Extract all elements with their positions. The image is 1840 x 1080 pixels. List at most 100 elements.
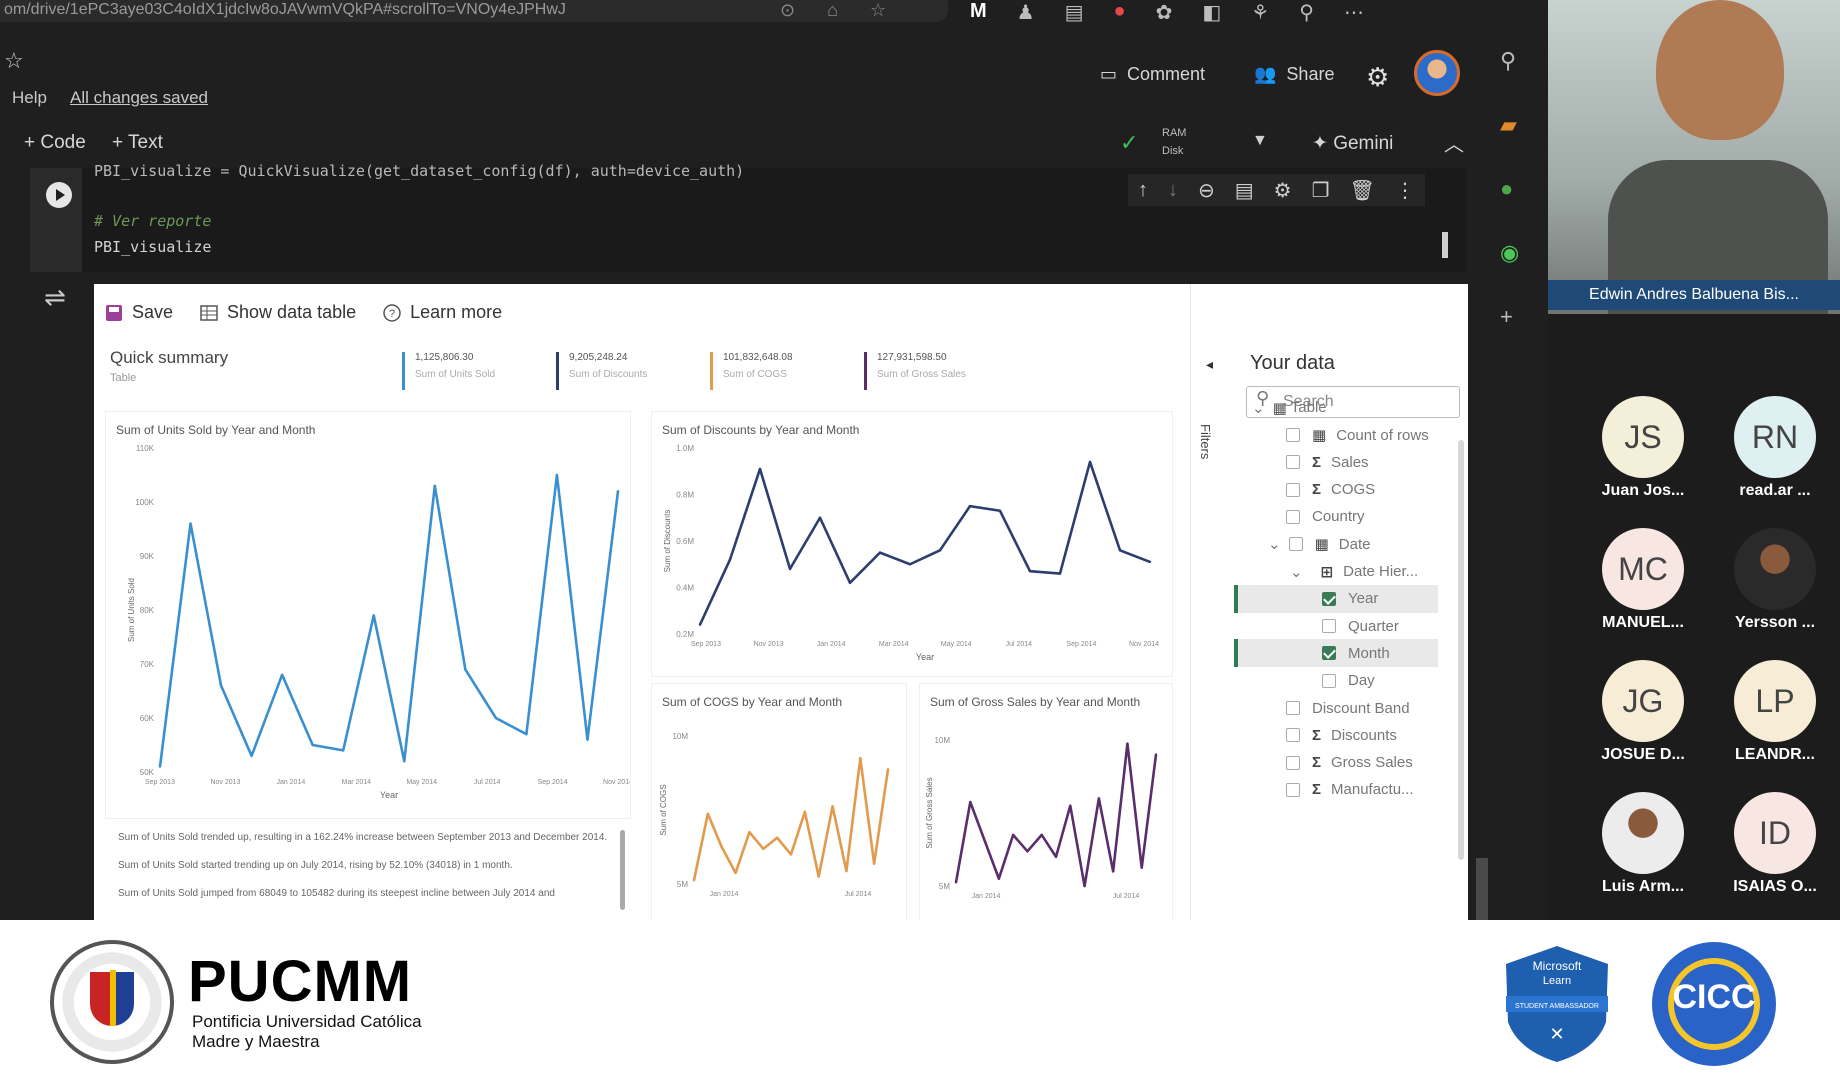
kpi-card[interactable]: 127,931,598.50 Sum of Gross Sales <box>864 352 966 390</box>
resource-monitor[interactable]: RAM Disk <box>1162 124 1218 160</box>
field-checkbox[interactable] <box>1286 509 1300 524</box>
data-pane-scrollbar[interactable] <box>1458 440 1464 860</box>
arrow-down-icon[interactable]: ↓ <box>1168 179 1178 202</box>
field-row[interactable]: ⌄ ▦ Date <box>1268 531 1370 557</box>
sidebar-icon[interactable]: ◧ <box>1202 0 1221 24</box>
gear-icon[interactable]: ⚙ <box>1366 62 1389 93</box>
filters-pane-collapsed[interactable] <box>1190 284 1224 920</box>
profile-icon[interactable]: ♟ <box>1017 0 1035 24</box>
chevron-down-icon[interactable]: ⌄ <box>1290 563 1303 581</box>
whatsapp-icon[interactable]: ◉ <box>1500 240 1519 266</box>
code-line[interactable]: PBI_visualize = QuickVisualize(get_datas… <box>94 162 744 180</box>
field-row[interactable]: Country <box>1286 504 1365 530</box>
gmail-icon[interactable]: M <box>970 0 987 24</box>
discounts-chart[interactable]: Sum of Discounts by Year and Month 0.2M 0.… <box>652 412 1172 676</box>
kpi-card[interactable]: 9,205,248.24 Sum of Discounts <box>556 352 647 390</box>
participant-tile[interactable]: Luis Arm... <box>1578 792 1708 896</box>
participant-tile[interactable]: MC MANUEL... <box>1578 528 1708 632</box>
save-status[interactable]: All changes saved <box>70 88 208 108</box>
participant-tile[interactable]: RN read.ar ... <box>1710 396 1840 500</box>
field-checkbox[interactable] <box>1286 755 1300 770</box>
gemini-button[interactable]: ✦ Gemini <box>1312 132 1393 155</box>
kpi-card[interactable]: 1,125,806.30 Sum of Units Sold <box>402 352 495 390</box>
account-avatar[interactable] <box>1414 50 1460 96</box>
link-icon[interactable]: ⊖ <box>1198 178 1215 203</box>
output-toggle-icon[interactable]: ⇌ <box>44 282 66 313</box>
chevron-down-icon[interactable]: ⌄ <box>1268 535 1281 553</box>
field-checkbox[interactable] <box>1286 482 1300 497</box>
code-line[interactable]: PBI_visualize <box>94 238 211 256</box>
comment-icon[interactable]: ▤ <box>1235 178 1254 203</box>
field-checkbox[interactable] <box>1286 701 1300 715</box>
field-checkbox[interactable] <box>1286 782 1300 797</box>
keep-icon[interactable]: ● <box>1500 176 1519 202</box>
field-checkbox[interactable] <box>1286 455 1300 470</box>
kpi-card[interactable]: 101,832,648.08 Sum of COGS <box>710 352 793 390</box>
chevron-left-icon[interactable]: ◂ <box>1206 356 1213 373</box>
briefcase-icon[interactable]: ▰ <box>1500 112 1519 138</box>
search-icon[interactable]: ⚲ <box>1500 48 1519 74</box>
narrative-scrollbar[interactable] <box>620 830 625 910</box>
participant-tile[interactable]: ID ISAIAS O... <box>1710 792 1840 896</box>
docs-icon[interactable]: ▤ <box>1065 0 1084 24</box>
learn-more-button[interactable]: ? Learn more <box>382 302 502 323</box>
field-row[interactable]: ⌄ ⊞ Date Hier... <box>1290 559 1418 585</box>
chevron-down-icon[interactable]: ⌄ <box>1252 399 1265 417</box>
cogs-chart[interactable]: Sum of COGS by Year and Month 5M 10M Jan 20… <box>652 684 906 920</box>
field-row[interactable]: Month <box>1322 640 1390 666</box>
field-row[interactable]: ▦ Count of rows <box>1286 422 1429 448</box>
field-checkbox[interactable] <box>1322 619 1336 634</box>
participant-tile[interactable]: LP LEANDR... <box>1710 660 1840 764</box>
field-row[interactable]: Σ COGS <box>1286 477 1375 503</box>
participant-tile[interactable]: JS Juan Jos... <box>1578 396 1708 500</box>
add-icon[interactable]: + <box>1500 304 1519 330</box>
field-checkbox[interactable] <box>1322 591 1336 606</box>
code-comment[interactable]: # Ver reporte <box>94 212 211 230</box>
field-checkbox[interactable] <box>1322 673 1336 688</box>
help-menu[interactable]: Help <box>12 88 47 108</box>
field-row[interactable]: Σ Discounts <box>1286 722 1397 748</box>
chevron-down-icon[interactable]: ▼ <box>1252 132 1268 150</box>
trash-icon[interactable]: 🗑 <box>1350 178 1375 203</box>
field-checkbox[interactable] <box>1286 728 1300 743</box>
filters-label[interactable]: Filters <box>1198 424 1213 459</box>
tree-table-row[interactable]: ⌄ ▦ Table <box>1252 395 1327 421</box>
show-data-table-button[interactable]: Show data table <box>199 302 356 323</box>
cast-icon[interactable]: ⌂ <box>827 0 838 24</box>
field-checkbox[interactable] <box>1288 537 1303 552</box>
field-row[interactable]: Σ Manufactu... <box>1286 777 1414 803</box>
more-vert-icon[interactable]: ⋮ <box>1395 178 1415 203</box>
share-button[interactable]: 👥 Share <box>1254 64 1334 85</box>
translate-icon[interactable]: ⚘ <box>1251 0 1269 24</box>
more-icon[interactable]: ⋯ <box>1344 0 1364 24</box>
participant-tile[interactable]: Yersson ... <box>1710 528 1840 632</box>
units-sold-chart[interactable]: Sum of Units Sold by Year and Month 50K 60… <box>106 412 630 818</box>
field-row[interactable]: Day <box>1322 668 1375 694</box>
star-icon[interactable]: ☆ <box>870 0 886 24</box>
field-row[interactable]: Quarter <box>1322 613 1399 639</box>
bookmark-icon[interactable]: ⊙ <box>780 0 795 24</box>
gross-sales-chart[interactable]: Sum of Gross Sales by Year and Month 5M 10… <box>920 684 1172 920</box>
notebook-scrollbar[interactable] <box>1476 858 1488 920</box>
comment-button[interactable]: ▭ Comment <box>1100 64 1205 85</box>
record-icon[interactable]: ● <box>1114 0 1126 24</box>
cell-scrollbar[interactable] <box>1442 232 1448 258</box>
speaker-video[interactable]: Edwin Andres Balbuena Bis... <box>1548 0 1840 314</box>
add-code-button[interactable]: + Code <box>24 132 86 154</box>
star-notebook-icon[interactable]: ☆ <box>4 48 24 74</box>
run-cell-button[interactable] <box>46 182 72 208</box>
field-checkbox[interactable] <box>1286 428 1300 442</box>
field-checkbox[interactable] <box>1322 646 1336 661</box>
puzzle-icon[interactable]: ✿ <box>1156 0 1173 24</box>
field-row[interactable]: Σ Gross Sales <box>1286 750 1413 776</box>
arrow-up-icon[interactable]: ↑ <box>1138 179 1148 202</box>
add-text-button[interactable]: + Text <box>112 132 163 154</box>
field-row[interactable]: Year <box>1322 586 1378 612</box>
participant-tile[interactable]: JG JOSUE D... <box>1578 660 1708 764</box>
field-row[interactable]: Discount Band <box>1286 695 1410 721</box>
save-button[interactable]: Save <box>104 302 173 323</box>
mirror-cell-icon[interactable]: ❐ <box>1312 178 1330 203</box>
user-icon[interactable]: ⚲ <box>1299 0 1314 24</box>
field-row[interactable]: Σ Sales <box>1286 449 1369 475</box>
gear-icon[interactable]: ⚙ <box>1274 178 1292 203</box>
